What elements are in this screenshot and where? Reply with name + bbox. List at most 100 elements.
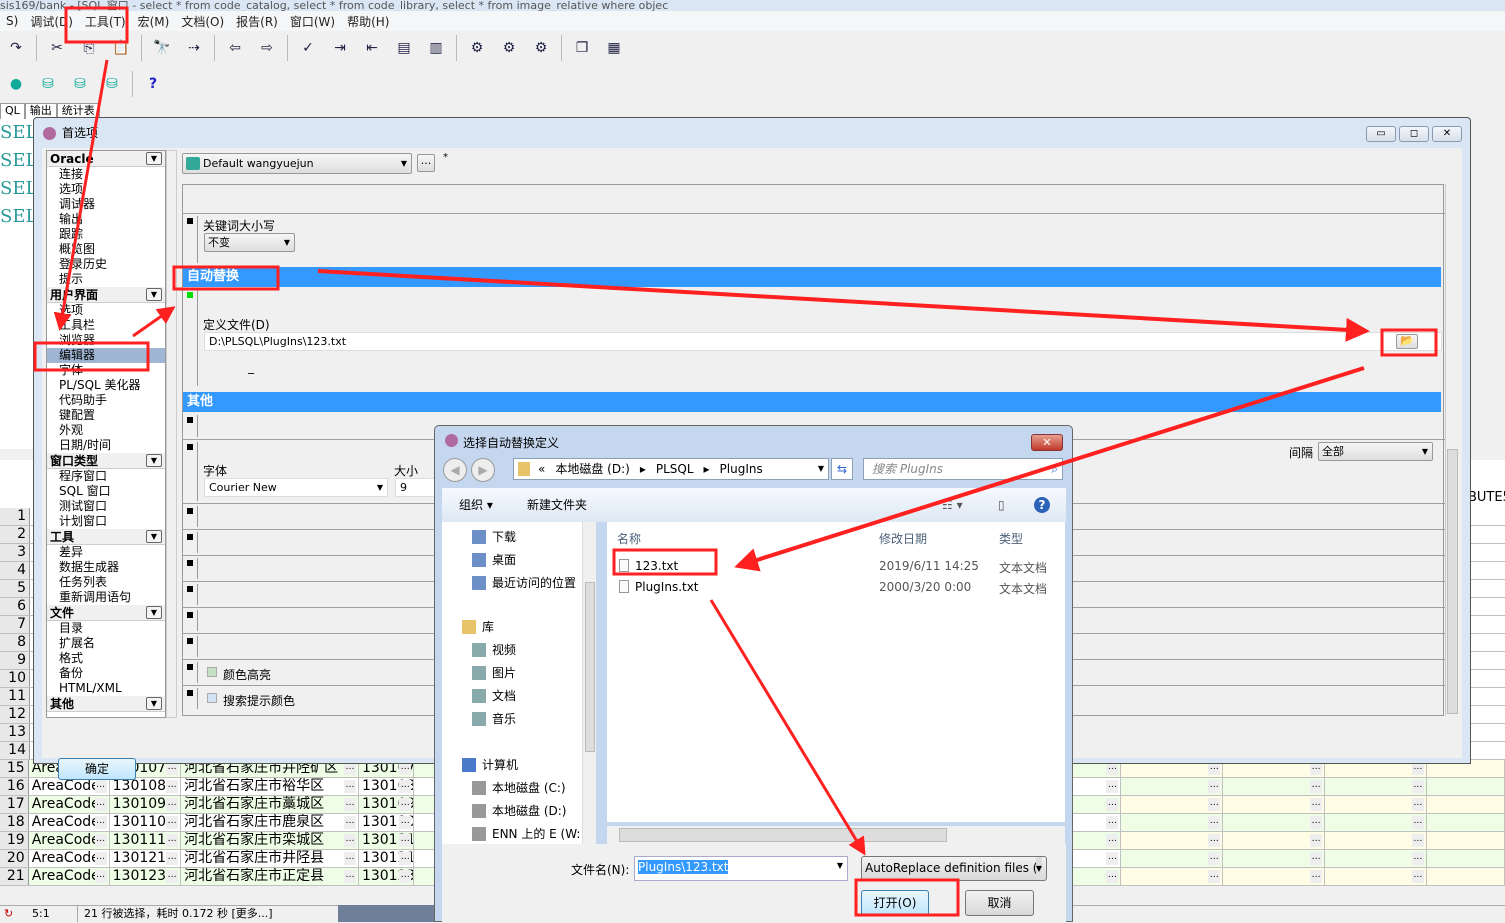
cell-edit-button[interactable]: … <box>1310 834 1323 847</box>
find-icon[interactable]: 🔭 <box>149 36 175 60</box>
row-number[interactable]: 13 <box>0 724 30 741</box>
row-number[interactable]: 18 <box>0 814 29 831</box>
grid-cell[interactable]: … <box>1223 850 1326 867</box>
cell-edit-button[interactable]: … <box>94 780 107 793</box>
row-number[interactable]: 1 <box>0 508 30 525</box>
grid-cell[interactable]: AreaCode… <box>29 778 110 795</box>
row-number[interactable]: 3 <box>0 544 30 561</box>
cell-edit-button[interactable]: … <box>399 816 412 829</box>
grid-cell[interactable]: AreaCode… <box>29 796 110 813</box>
disconnect-db-icon[interactable]: ⛁ <box>99 72 125 96</box>
cell-edit-button[interactable]: … <box>166 870 179 883</box>
grid-cell[interactable] <box>1426 850 1505 867</box>
grid-cell[interactable]: … <box>1121 850 1224 867</box>
file-type-filter[interactable]: AutoReplace definition files (▼ <box>861 856 1047 881</box>
cell-edit-button[interactable]: … <box>1411 780 1424 793</box>
status-message[interactable]: 21 行被选择，耗时 0.172 秒 [更多...] <box>78 906 273 922</box>
tree-item[interactable]: 编辑器 <box>47 348 165 363</box>
row-number[interactable]: 16 <box>0 778 29 795</box>
nav-item[interactable]: 图片 <box>472 664 516 681</box>
tree-section[interactable]: 工具 ▼ <box>47 529 165 545</box>
filename-input[interactable]: PlugIns\123.txt ▼ <box>634 856 848 881</box>
cut-icon[interactable]: ✂ <box>44 36 70 60</box>
compile-icon[interactable]: ⚙ <box>464 36 490 60</box>
help-icon[interactable]: ? <box>1034 497 1050 513</box>
grid-cell[interactable]: 130123… <box>359 868 415 885</box>
cell-edit-button[interactable]: … <box>343 870 356 883</box>
tree-item[interactable]: 重新调用语句 <box>47 590 165 605</box>
row-number[interactable]: 12 <box>0 706 30 723</box>
nav-item[interactable]: 本地磁盘 (C:) <box>472 779 566 796</box>
row-number[interactable]: 8 <box>0 634 30 651</box>
unindent-icon[interactable]: ⇤ <box>359 36 385 60</box>
file-list-hscrollbar[interactable] <box>607 826 1065 844</box>
organize-button[interactable]: 组织 ▾ <box>459 488 493 522</box>
nav-item[interactable]: 库 <box>462 618 494 635</box>
cell-edit-button[interactable]: … <box>1310 852 1323 865</box>
grid-cell[interactable]: 河北省石家庄市藁城区… <box>181 796 359 813</box>
grid-cell[interactable]: AreaCode… <box>29 814 110 831</box>
row-number[interactable]: 15 <box>0 760 29 777</box>
file-row[interactable]: PlugIns.txt 2000/3/20 0:00 文本文档 <box>615 577 1055 597</box>
tree-item[interactable]: 提示 <box>47 272 165 287</box>
cell-edit-button[interactable]: … <box>1106 852 1119 865</box>
chevron-down-icon[interactable]: ▼ <box>146 530 162 543</box>
chevron-down-icon[interactable]: ▼ <box>146 697 162 710</box>
color-highlight-checkbox[interactable] <box>207 667 217 677</box>
grid-cell[interactable]: … <box>1121 814 1224 831</box>
grid-cell[interactable]: 130121… <box>110 850 182 867</box>
tree-item[interactable]: 键配置 <box>47 408 165 423</box>
tree-item[interactable]: 程序窗口 <box>47 469 165 484</box>
cell-edit-button[interactable]: … <box>166 834 179 847</box>
cell-edit-button[interactable]: … <box>1106 780 1119 793</box>
cell-edit-button[interactable]: … <box>343 852 356 865</box>
row-number[interactable]: 20 <box>0 850 29 867</box>
tree-item[interactable]: 概览图 <box>47 242 165 257</box>
grid-cell[interactable]: … <box>1325 868 1427 885</box>
tree-item[interactable]: 连接 <box>47 167 165 182</box>
search-hint-color-checkbox[interactable] <box>207 693 217 703</box>
chevron-down-icon[interactable]: ▼ <box>146 152 162 165</box>
grid-cell[interactable] <box>1426 778 1505 795</box>
breadcrumb-plsql[interactable]: PLSQL <box>656 459 694 479</box>
cell-edit-button[interactable]: … <box>343 798 356 811</box>
import-icon[interactable]: ⇦ <box>222 36 248 60</box>
help-icon[interactable]: ? <box>140 72 166 96</box>
menu-item[interactable]: 宏(M) <box>132 13 176 30</box>
grid-cell[interactable]: AreaCode… <box>29 868 110 885</box>
row-number[interactable]: 17 <box>0 796 29 813</box>
column-modified[interactable]: 修改日期 <box>879 530 927 547</box>
keyword-case-select[interactable]: 不变 ▼ <box>204 233 295 252</box>
sql-db-icon[interactable]: ⛁ <box>35 72 61 96</box>
tree-item[interactable]: 格式 <box>47 651 165 666</box>
view-options-icon[interactable]: ☷ ▾ <box>942 488 963 522</box>
cell-edit-button[interactable]: … <box>1208 852 1221 865</box>
comment-icon[interactable]: ▤ <box>391 36 417 60</box>
row-number[interactable]: 14 <box>0 742 30 759</box>
bulb-icon[interactable]: ● <box>3 72 29 96</box>
export-icon[interactable]: ⇨ <box>254 36 280 60</box>
cell-edit-button[interactable]: … <box>1411 852 1424 865</box>
row-number[interactable]: 11 <box>0 688 30 705</box>
windows-icon[interactable]: ❐ <box>569 36 595 60</box>
cell-edit-button[interactable]: … <box>1411 816 1424 829</box>
cell-edit-button[interactable]: … <box>399 852 412 865</box>
grid-cell[interactable]: AreaCode… <box>29 832 110 849</box>
menu-item[interactable]: 报告(R) <box>230 13 284 30</box>
preview-pane-icon[interactable]: ▯ <box>998 488 1005 522</box>
grid-cell[interactable]: 130109… <box>110 796 182 813</box>
cell-edit-button[interactable]: … <box>1106 834 1119 847</box>
tree-item[interactable]: 备份 <box>47 666 165 681</box>
tree-item[interactable]: 输出 <box>47 212 165 227</box>
cell-edit-button[interactable]: … <box>94 852 107 865</box>
address-bar[interactable]: «本地磁盘 (D:) ▸ PLSQL ▸ PlugIns ▼ <box>513 458 829 480</box>
tree-item[interactable]: 日期/时间 <box>47 438 165 453</box>
grid-cell[interactable]: 130121… <box>359 850 415 867</box>
close-button[interactable]: ✕ <box>1432 126 1462 142</box>
indent-icon[interactable]: ⇥ <box>327 36 353 60</box>
cell-edit-button[interactable]: … <box>1411 870 1424 883</box>
grid-cell[interactable]: 河北省石家庄市栾城区… <box>181 832 359 849</box>
cell-edit-button[interactable]: … <box>343 816 356 829</box>
cell-edit-button[interactable]: … <box>94 816 107 829</box>
row-number[interactable]: 2 <box>0 526 30 543</box>
